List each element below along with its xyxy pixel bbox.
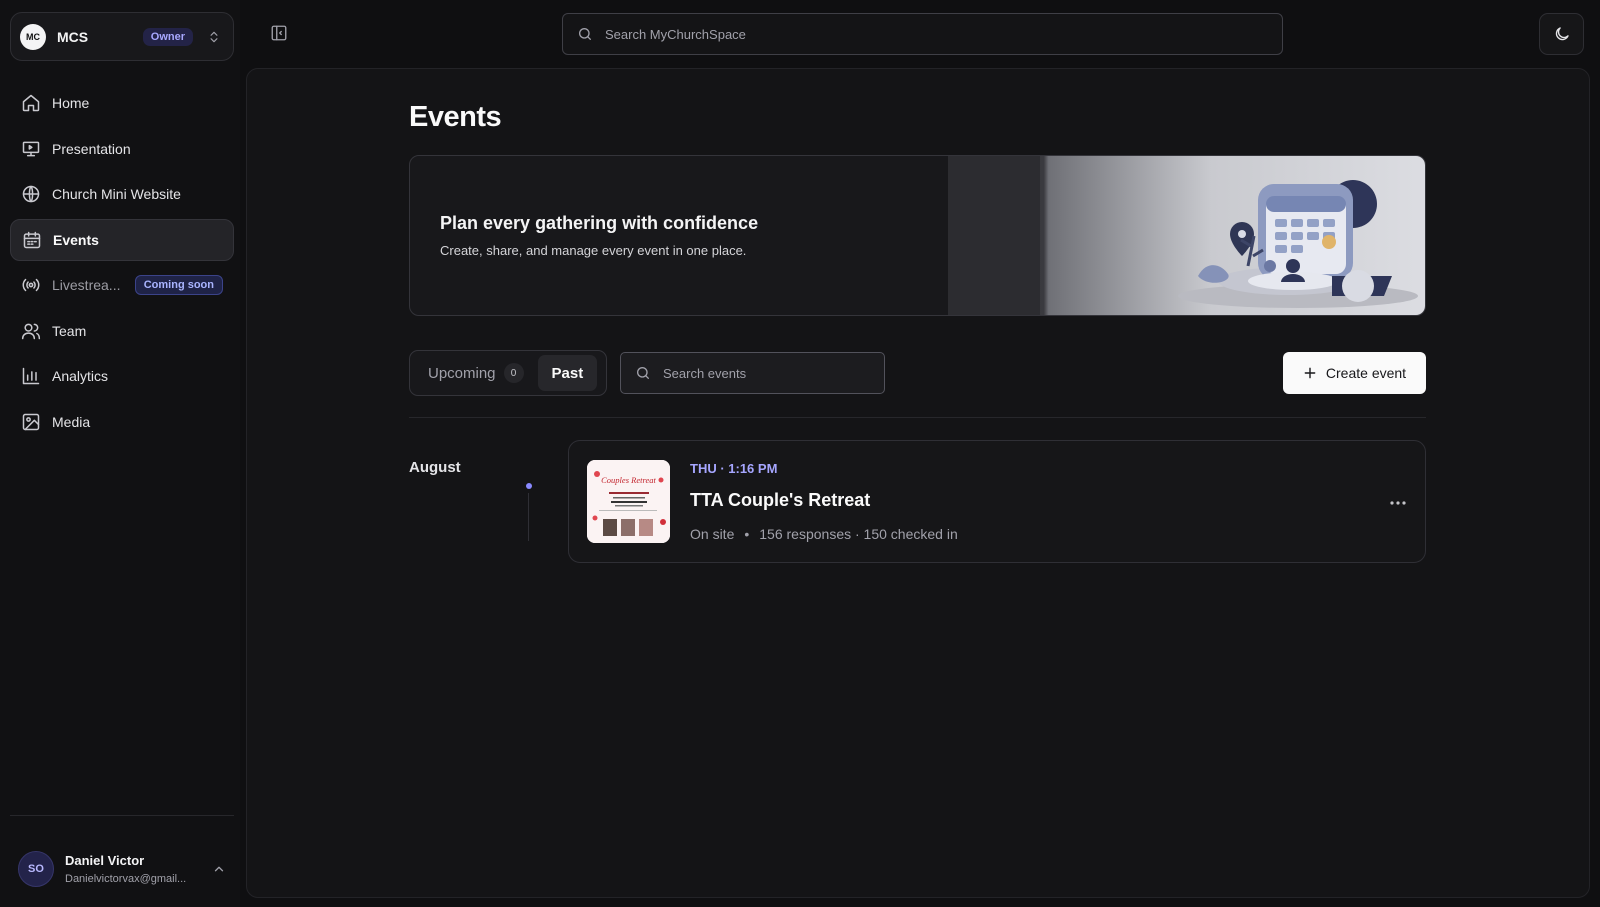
sidebar-item-team[interactable]: Team	[10, 310, 234, 352]
sidebar-item-label: Events	[53, 231, 99, 248]
coming-soon-badge: Coming soon	[134, 275, 223, 295]
sidebar: MC MCS Owner Home Presentation Church Mi…	[0, 0, 240, 907]
search-icon	[635, 365, 651, 381]
tab-past[interactable]: Past	[537, 355, 598, 391]
chevron-up-icon	[212, 862, 226, 876]
workspace-avatar: MC	[20, 23, 46, 50]
tab-label: Upcoming	[428, 364, 496, 382]
presentation-icon	[21, 139, 41, 159]
sidebar-item-label: Analytics	[52, 368, 109, 384]
sidebar-item-media[interactable]: Media	[10, 401, 234, 443]
sidebar-item-label: Home	[52, 95, 90, 111]
hero-illustration	[948, 156, 1425, 315]
home-icon	[21, 93, 41, 113]
sidebar-item-label: Presentation	[52, 140, 131, 157]
bar-chart-icon	[21, 366, 41, 386]
plus-icon	[1303, 366, 1326, 380]
sidebar-item-label: Livestrea...	[52, 277, 121, 293]
tab-upcoming[interactable]: Upcoming 0	[414, 355, 538, 391]
more-options-icon[interactable]	[1386, 491, 1410, 515]
event-location: On site	[690, 526, 735, 542]
globe-icon	[21, 184, 41, 204]
event-card[interactable]: Couples Retreat THU · 1:16 PM TTA Couple…	[568, 440, 1426, 563]
user-name: Daniel Victor	[65, 853, 145, 868]
event-stats: 156 responses · 150 checked in	[759, 526, 958, 542]
event-meta: On site • 156 responses · 150 checked in	[690, 526, 958, 542]
event-thumbnail: Couples Retreat	[587, 460, 670, 543]
event-tabs: Upcoming 0 Past	[409, 350, 607, 396]
sidebar-nav: Home Presentation Church Mini Website Ev…	[10, 82, 234, 446]
page-title: Events	[409, 101, 502, 133]
sidebar-item-label: Church Mini Website	[52, 186, 181, 202]
sidebar-item-presentation[interactable]: Presentation	[10, 128, 234, 170]
sidebar-item-home[interactable]: Home	[10, 82, 234, 124]
sidebar-toggle-icon[interactable]	[270, 24, 288, 42]
workspace-name: MCS	[57, 28, 89, 45]
event-search-input[interactable]	[663, 365, 884, 381]
event-title[interactable]: TTA Couple's Retreat	[690, 490, 870, 511]
workspace-switcher[interactable]: MC MCS Owner	[10, 12, 234, 61]
sidebar-item-livestream[interactable]: Livestrea... Coming soon	[10, 264, 234, 306]
role-badge: Owner	[142, 27, 193, 46]
create-event-button[interactable]: Create event	[1283, 352, 1426, 394]
create-event-label: Create event	[1325, 365, 1407, 381]
month-heading: August	[409, 459, 461, 476]
tab-label: Past	[551, 364, 584, 382]
calendar-icon	[22, 230, 42, 250]
chevron-up-down-icon	[207, 30, 221, 44]
global-search	[562, 13, 1283, 55]
hero-subtitle: Create, share, and manage every event in…	[440, 243, 747, 258]
tab-count-badge: 0	[503, 363, 524, 383]
sidebar-item-events[interactable]: Events	[10, 218, 234, 261]
event-search	[620, 352, 885, 394]
user-menu[interactable]: SO Daniel Victor Danielvictorvax@gmail..…	[18, 851, 226, 887]
timeline-line	[528, 493, 529, 541]
users-icon	[21, 321, 41, 341]
hero-title: Plan every gathering with confidence	[440, 213, 759, 233]
thumbnail-text: Couples Retreat	[601, 475, 656, 485]
timeline-dot	[526, 483, 532, 489]
search-icon	[577, 26, 593, 42]
sidebar-item-analytics[interactable]: Analytics	[10, 355, 234, 397]
broadcast-icon	[21, 275, 41, 295]
avatar: SO	[18, 851, 54, 887]
search-input[interactable]	[605, 26, 1240, 42]
moon-icon	[1553, 25, 1571, 43]
sidebar-item-label: Team	[52, 322, 87, 339]
list-divider	[409, 417, 1426, 418]
sidebar-divider	[10, 815, 234, 816]
event-time: THU · 1:16 PM	[690, 461, 778, 476]
sidebar-item-church-mini-website[interactable]: Church Mini Website	[10, 173, 234, 215]
theme-toggle-button[interactable]	[1539, 13, 1584, 55]
sidebar-item-label: Media	[52, 413, 91, 430]
image-icon	[21, 412, 41, 432]
meta-separator: •	[744, 526, 750, 542]
user-email: Danielvictorvax@gmail...	[65, 873, 187, 885]
events-hero-banner: Plan every gathering with confidence Cre…	[409, 155, 1426, 316]
user-info: Daniel Victor Danielvictorvax@gmail...	[65, 853, 186, 885]
